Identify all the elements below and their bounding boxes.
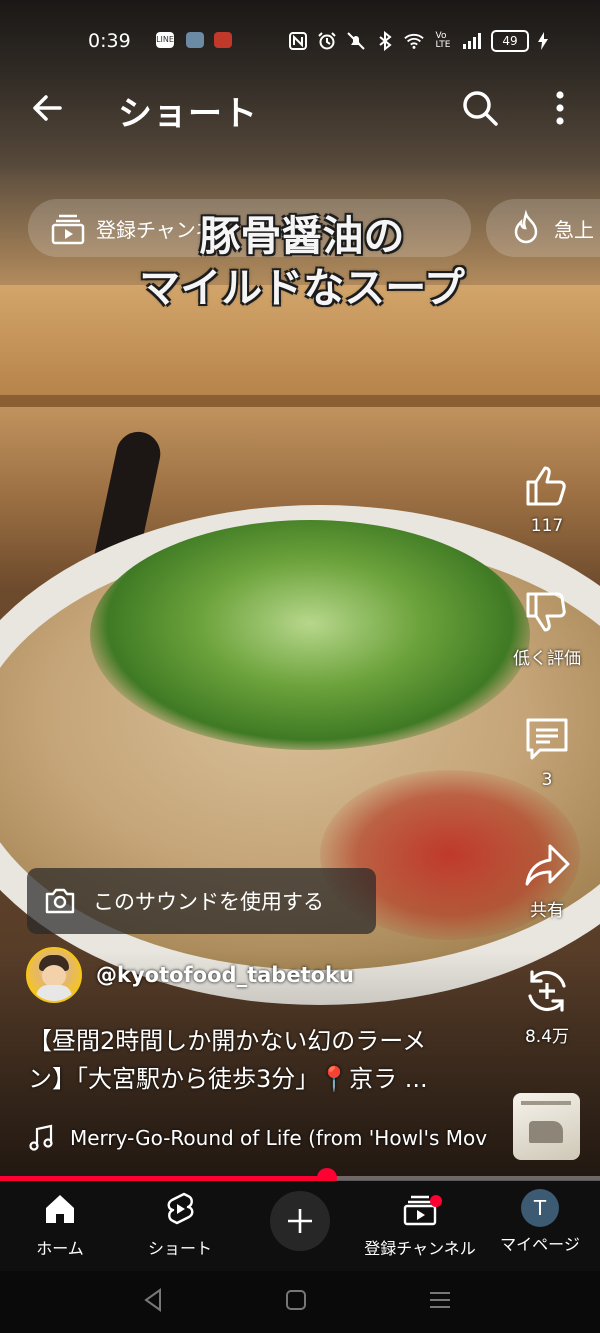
system-home-icon[interactable]	[281, 1285, 311, 1315]
nav-subscriptions-label: 登録チャンネル	[364, 1239, 476, 1258]
counter-edge	[0, 395, 600, 407]
charging-icon	[538, 31, 548, 51]
wifi-icon	[404, 31, 424, 51]
green-onion-topping	[90, 520, 530, 750]
nav-you-label: マイページ	[500, 1235, 580, 1254]
shorts-icon	[167, 1192, 194, 1225]
search-icon	[463, 91, 498, 126]
shorts-player-screen: 0:39 LINE Vo LTE 49 ショート 登録チャンネル・ライブ 急上 …	[0, 0, 600, 1333]
alarm-icon	[317, 31, 337, 51]
share-button[interactable]: 共有	[505, 840, 589, 921]
music-track-row[interactable]: Merry-Go-Round of Life (from 'Howl's Mov	[28, 1121, 498, 1155]
signal-icon	[462, 31, 482, 51]
video-title[interactable]: 【昼間2時間しか開かない幻のラーメ ン】「大宮駅から徒歩3分」📍京ラ ...	[28, 1022, 488, 1098]
music-track-name: Merry-Go-Round of Life (from 'Howl's Mov	[70, 1126, 488, 1150]
status-time: 0:39	[88, 30, 131, 52]
new-content-dot	[430, 1195, 442, 1207]
bluetooth-icon	[375, 31, 395, 51]
dislike-label: 低く評価	[513, 649, 581, 669]
sound-thumbnail[interactable]	[513, 1093, 580, 1160]
comment-count: 3	[541, 770, 553, 790]
share-label: 共有	[530, 901, 564, 921]
arrow-left-icon	[33, 95, 62, 121]
video-title-line-2: ン】「大宮駅から徒歩3分」📍京ラ ...	[28, 1065, 428, 1093]
user-avatar: T	[521, 1189, 559, 1227]
nav-shorts-label: ショート	[147, 1239, 212, 1258]
like-count: 117	[530, 516, 564, 536]
line-app-icon: LINE	[156, 32, 174, 48]
share-icon	[525, 844, 570, 886]
camera-icon	[45, 888, 75, 914]
comment-icon	[526, 718, 568, 760]
photos-app-icon	[186, 32, 204, 48]
top-header: ショート	[0, 78, 600, 138]
nav-home-label: ホーム	[36, 1239, 84, 1258]
plus-icon	[288, 1209, 312, 1233]
remix-count: 8.4万	[524, 1027, 570, 1047]
page-title: ショート	[118, 94, 258, 134]
nav-home[interactable]: ホーム	[0, 1189, 120, 1259]
caption-line-1: 豚骨醤油の	[199, 212, 405, 260]
thumbs-down-icon	[526, 592, 566, 632]
system-recents-icon[interactable]	[425, 1285, 455, 1315]
more-vertical-icon	[556, 91, 564, 125]
status-bar: 0:39 LINE Vo LTE 49	[0, 22, 600, 62]
music-note-icon	[29, 1124, 53, 1151]
remix-button[interactable]: 8.4万	[505, 966, 589, 1047]
channel-handle[interactable]: @kyotofood_tabetoku	[96, 963, 354, 987]
home-icon	[46, 1195, 74, 1223]
mute-icon	[346, 31, 366, 51]
nav-shorts[interactable]: ショート	[120, 1189, 240, 1259]
channel-row[interactable]: @kyotofood_tabetoku	[26, 947, 354, 1003]
dislike-button[interactable]: 低く評価	[505, 588, 589, 669]
remix-icon	[528, 970, 566, 1012]
nav-create[interactable]	[240, 1191, 360, 1251]
use-sound-button[interactable]: このサウンドを使用する	[27, 868, 376, 934]
video-title-line-1: 【昼間2時間しか開かない幻のラーメ	[28, 1027, 427, 1055]
nav-you[interactable]: T マイページ	[480, 1189, 600, 1255]
volte-icon: Vo LTE	[435, 31, 451, 50]
system-back-icon[interactable]	[138, 1285, 168, 1315]
channel-avatar[interactable]	[26, 947, 82, 1003]
video-overlay-caption: 豚骨醤油の マイルドなスープ	[0, 210, 600, 314]
thumbs-up-icon	[526, 466, 566, 506]
caption-line-2: マイルドなスープ	[139, 264, 465, 312]
back-button[interactable]	[26, 86, 70, 130]
more-options-button[interactable]	[540, 86, 580, 130]
search-button[interactable]	[458, 86, 502, 130]
battery-icon: 49	[491, 30, 529, 52]
bottom-navigation: ホーム ショート 登録チャンネル T マイページ	[0, 1181, 600, 1271]
comments-button[interactable]: 3	[505, 714, 589, 790]
nfc-icon	[288, 31, 308, 51]
nav-subscriptions[interactable]: 登録チャンネル	[360, 1189, 480, 1259]
system-navigation-bar	[0, 1271, 600, 1333]
create-button[interactable]	[270, 1191, 330, 1251]
shop-app-icon	[214, 32, 232, 48]
use-sound-label: このサウンドを使用する	[93, 890, 324, 914]
like-button[interactable]: 117	[505, 460, 589, 536]
status-icons: Vo LTE 49	[288, 30, 548, 52]
